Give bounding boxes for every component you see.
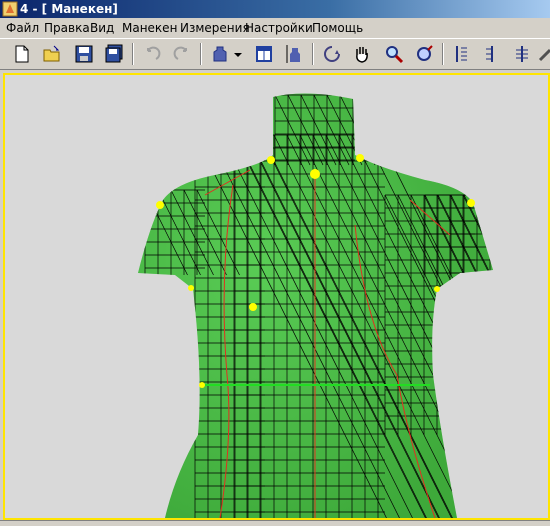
title-bar: 4 - [ Манекен] <box>0 0 550 18</box>
menu-view[interactable]: Вид <box>88 18 116 38</box>
mannequin-icon[interactable] <box>208 42 232 66</box>
toolbar-separator <box>132 43 134 65</box>
rotate-icon[interactable] <box>320 42 344 66</box>
landmark-point[interactable] <box>467 199 475 207</box>
menu-settings[interactable]: Настройки <box>243 18 315 38</box>
landmark-point[interactable] <box>310 169 320 179</box>
figure-measure-icon[interactable] <box>282 42 306 66</box>
save-icon[interactable] <box>72 42 96 66</box>
redo-icon[interactable] <box>170 42 194 66</box>
zoom-icon[interactable] <box>382 42 406 66</box>
3d-viewport[interactable] <box>3 73 550 520</box>
app-icon <box>2 1 18 17</box>
undo-icon[interactable] <box>140 42 164 66</box>
vertical-measure-icon[interactable] <box>450 42 474 66</box>
landmark-point[interactable] <box>434 286 440 292</box>
mannequin-scene <box>138 93 493 518</box>
landmark-point[interactable] <box>199 382 205 388</box>
landmark-point[interactable] <box>267 156 275 164</box>
landmark-point[interactable] <box>356 154 364 162</box>
open-folder-icon[interactable] <box>40 42 64 66</box>
menu-mannequin[interactable]: Манекен <box>120 18 179 38</box>
toolbar-separator <box>200 43 202 65</box>
dropdown-arrow-icon[interactable] <box>232 42 244 66</box>
window-title: 4 - [ Манекен] <box>20 2 118 16</box>
menu-measurements[interactable]: Измерения <box>178 18 252 38</box>
vertical-measure-3-icon[interactable] <box>510 42 534 66</box>
menu-file[interactable]: Файл <box>4 18 41 38</box>
landmark-point[interactable] <box>156 201 164 209</box>
toolbar <box>0 38 550 70</box>
window-icon[interactable] <box>252 42 276 66</box>
pencil-icon[interactable] <box>538 42 550 66</box>
orbit-icon[interactable] <box>412 42 436 66</box>
new-document-icon[interactable] <box>10 42 34 66</box>
menu-help[interactable]: Помощь <box>310 18 365 38</box>
toolbar-separator <box>312 43 314 65</box>
status-strip <box>0 520 550 526</box>
mesh-line <box>489 194 493 276</box>
landmark-point[interactable] <box>188 285 194 291</box>
landmark-point[interactable] <box>249 303 257 311</box>
menu-bar: Файл Правка Вид Манекен Измерения Настро… <box>0 18 550 38</box>
menu-edit[interactable]: Правка <box>42 18 92 38</box>
vertical-measure-2-icon[interactable] <box>480 42 504 66</box>
toolbar-separator <box>442 43 444 65</box>
save-all-icon[interactable] <box>102 42 126 66</box>
pan-hand-icon[interactable] <box>350 42 374 66</box>
mesh-line <box>423 194 493 436</box>
